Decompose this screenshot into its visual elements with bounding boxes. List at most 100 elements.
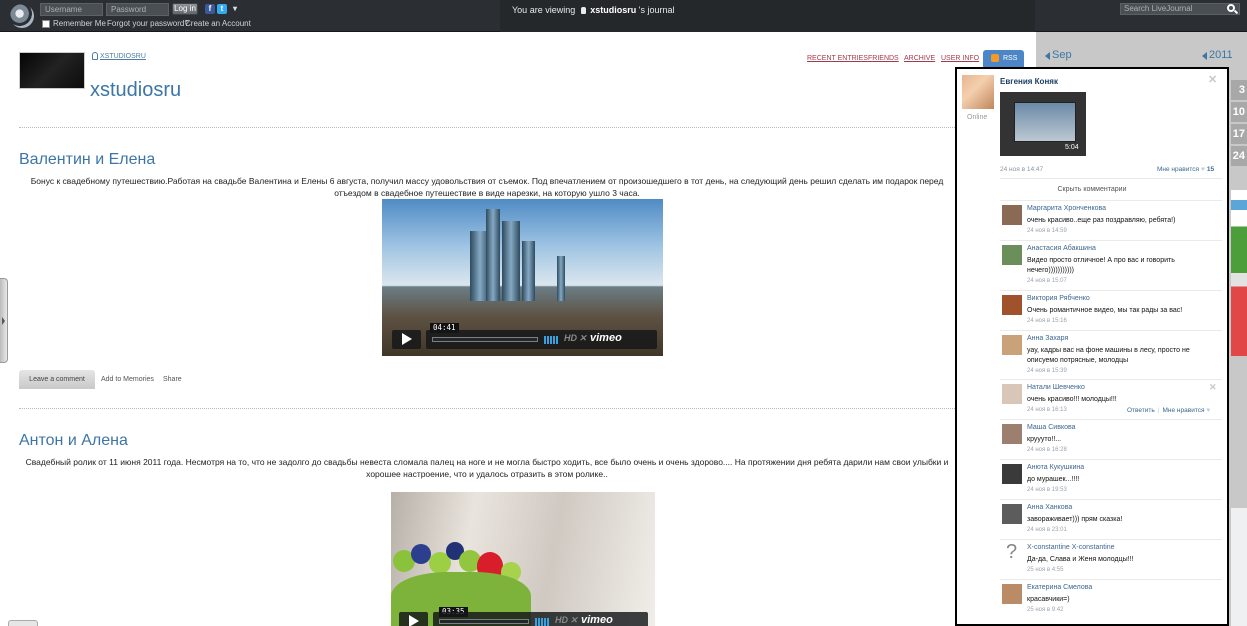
nav-archive[interactable]: ARCHIVE: [904, 55, 935, 62]
calendar-prev-year-icon[interactable]: [1202, 52, 1207, 60]
search-icon[interactable]: [1227, 4, 1235, 12]
calendar-day[interactable]: 24: [1231, 146, 1247, 166]
nav-user-info[interactable]: USER INFO: [941, 55, 979, 62]
video-progress-bar[interactable]: [432, 337, 538, 342]
commenter-avatar[interactable]: [1002, 205, 1022, 225]
divider: [1000, 379, 1222, 380]
commenter-name[interactable]: Маргарита Хронченкова: [1027, 205, 1106, 212]
sidebar-toggle-tab[interactable]: [0, 278, 8, 363]
comment-like-link[interactable]: Мне нравится: [1163, 407, 1205, 414]
like-count: 15: [1206, 166, 1215, 173]
author-avatar[interactable]: [962, 75, 994, 109]
commenter-name[interactable]: Анастасия Абакшина: [1027, 245, 1096, 252]
nav-friends[interactable]: FRIENDS: [868, 55, 899, 62]
calendar-prev-icon[interactable]: [1045, 52, 1050, 60]
sidebar-decoration: [1231, 190, 1247, 356]
journal-page: Username Password Log in f t ▾ Remember …: [0, 0, 1247, 626]
journal-user-link[interactable]: XSTUDIOSRU: [92, 52, 146, 60]
commenter-name[interactable]: Виктория Рябченко: [1027, 295, 1090, 302]
commenter-name[interactable]: Анюта Кукушкина: [1027, 464, 1084, 471]
commenter-avatar[interactable]: [1002, 584, 1022, 604]
divider: [1000, 200, 1222, 201]
hd-toggle[interactable]: HD: [564, 333, 577, 343]
user-icon: [581, 7, 587, 14]
commenter-name[interactable]: X-constantine X-constantine: [1027, 544, 1115, 551]
post-like-button[interactable]: Мне нравится ♥ 15: [1157, 166, 1214, 173]
volume-icon[interactable]: [535, 618, 550, 626]
divider: [1000, 240, 1222, 241]
twitter-icon[interactable]: t: [217, 4, 227, 14]
video-player[interactable]: 04:41 HD ✕ vimeo: [382, 199, 663, 356]
commenter-avatar[interactable]: [1002, 245, 1022, 265]
login-button[interactable]: Log in: [172, 3, 198, 15]
comment-text: очень красиво!!! молодцы!!!: [1027, 396, 1117, 403]
comment-date: 24 ноя в 16:28: [1027, 447, 1067, 453]
reply-link[interactable]: Ответить: [1127, 407, 1155, 414]
vimeo-logo[interactable]: vimeo: [590, 332, 622, 344]
commenter-name[interactable]: Маша Сивкова: [1027, 424, 1076, 431]
hd-toggle[interactable]: HD: [555, 615, 568, 625]
volume-icon[interactable]: [544, 336, 559, 344]
commenter-avatar[interactable]: [1002, 335, 1022, 355]
calendar-month[interactable]: Sep: [1052, 49, 1072, 61]
popup-video-thumbnail[interactable]: 5:04: [1000, 92, 1086, 156]
commenter-avatar[interactable]: [1002, 424, 1022, 444]
play-button[interactable]: [399, 612, 428, 626]
commenter-avatar[interactable]: ?: [1002, 541, 1022, 564]
post-title[interactable]: Антон и Алена: [19, 432, 128, 450]
commenter-avatar[interactable]: [1002, 504, 1022, 524]
journal-user-name: XSTUDIOSRU: [100, 53, 146, 60]
rss-button[interactable]: RSS: [983, 50, 1024, 67]
commenter-name[interactable]: Анна Захаря: [1027, 335, 1068, 342]
commenter-avatar[interactable]: [1002, 384, 1022, 404]
commenter-name[interactable]: Екатерина Смелова: [1027, 584, 1092, 591]
fullscreen-icon[interactable]: ✕: [579, 333, 587, 344]
commenter-name[interactable]: Натали Шевченко: [1027, 384, 1085, 391]
chevron-down-icon[interactable]: ▾: [230, 4, 240, 14]
journal-avatar[interactable]: [19, 52, 85, 89]
comment-close-icon[interactable]: ✕: [1209, 382, 1217, 393]
password-input[interactable]: Password: [106, 3, 169, 16]
commenter-name[interactable]: Анна Ханкова: [1027, 504, 1072, 511]
comment-text: до мурашек...!!!!: [1027, 476, 1080, 483]
create-account-link[interactable]: Create an Account: [185, 19, 251, 29]
vimeo-logo[interactable]: vimeo: [581, 614, 613, 626]
comments-popup: ✕ Евгения Коняк Online 5:04 24 ноя в 14:…: [955, 67, 1229, 626]
comment-text: Очень романтичное видео, мы так рады за …: [1027, 307, 1183, 314]
livejournal-logo-icon[interactable]: [10, 4, 34, 28]
author-name[interactable]: Евгения Коняк: [1000, 77, 1058, 86]
comment-text: уау, кадры вас на фоне машины в лесу, пр…: [1027, 347, 1190, 364]
calendar-day[interactable]: 10: [1231, 102, 1247, 122]
video-thumbnail-fruit: [411, 544, 431, 564]
close-icon[interactable]: ✕: [1208, 73, 1217, 86]
comment-text: красавчики=): [1027, 596, 1070, 603]
forgot-password-link[interactable]: Forgot your password?: [107, 19, 189, 29]
username-input[interactable]: Username: [40, 3, 103, 16]
remember-me-checkbox[interactable]: [42, 20, 50, 28]
commenter-avatar[interactable]: [1002, 464, 1022, 484]
share-link[interactable]: Share: [163, 376, 182, 383]
viewing-journal-text: You are viewing xstudiosru 's journal: [512, 5, 675, 15]
play-icon: [409, 615, 419, 626]
nav-recent-entries[interactable]: RECENT ENTRIES: [807, 55, 868, 62]
post-title[interactable]: Валентин и Елена: [19, 151, 155, 169]
add-to-memories-link[interactable]: Add to Memories: [101, 376, 154, 383]
remember-me-label: Remember Me: [53, 19, 106, 28]
facebook-icon[interactable]: f: [205, 4, 215, 14]
video-player[interactable]: 03:35 HD ✕ vimeo: [391, 492, 655, 626]
leave-comment-button[interactable]: Leave a comment: [19, 370, 95, 389]
calendar-day[interactable]: 17: [1231, 124, 1247, 144]
search-input[interactable]: Search LiveJournal: [1120, 3, 1240, 15]
journal-title[interactable]: xstudiosru: [90, 79, 181, 102]
commenter-avatar[interactable]: [1002, 295, 1022, 315]
post-text: Бонус к свадебному путешествию.Работая н…: [30, 176, 944, 198]
hide-comments-link[interactable]: Скрыть комментарии: [957, 186, 1227, 193]
calendar-year[interactable]: 2011: [1209, 49, 1233, 61]
play-icon: [402, 333, 412, 345]
fullscreen-icon[interactable]: ✕: [570, 615, 578, 626]
calendar-day[interactable]: 3: [1231, 80, 1247, 100]
viewing-user-link[interactable]: xstudiosru: [590, 5, 636, 15]
play-button[interactable]: [392, 330, 421, 349]
video-progress-bar[interactable]: [439, 619, 529, 624]
bottom-corner-tab[interactable]: [8, 620, 38, 626]
